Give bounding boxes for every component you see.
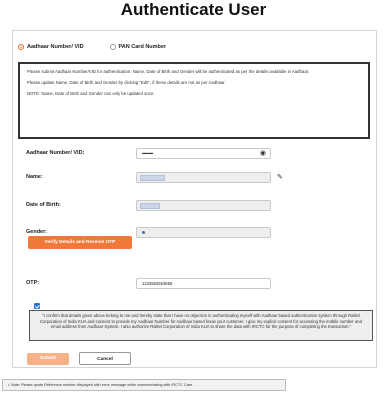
gender-field: [136, 226, 271, 238]
notice-line: Please update Name, Date of Birth and Ge…: [27, 80, 226, 85]
page-title: Authenticate User: [120, 0, 267, 19]
submit-button[interactable]: Submit: [27, 353, 69, 365]
consent-text: "I confirm that details given above belo…: [40, 313, 362, 330]
radio-unchecked-icon[interactable]: [109, 44, 116, 50]
footnote-note: i. Note: Please quote Reference number d…: [2, 379, 286, 391]
id-type-selector: Aadhaar Number/ VID PAN Card Number: [18, 44, 192, 50]
info-notice: Please submit Aadhaar Number/VID for aut…: [18, 62, 370, 139]
radio-aadhaar[interactable]: Aadhaar Number/ VID: [18, 44, 84, 50]
authenticate-panel: Aadhaar Number/ VID PAN Card Number Plea…: [12, 30, 377, 368]
pencil-edit-icon[interactable]: ✎: [277, 173, 283, 181]
name-row: Name: ✎: [26, 171, 366, 183]
gender-row: Gender:: [26, 226, 366, 238]
radio-checked-icon[interactable]: [18, 44, 24, 50]
otp-row: OTP: 1234562563659: [26, 277, 366, 289]
verify-otp-button[interactable]: Verify Details and Receive OTP: [28, 236, 132, 249]
notice-line: Please submit Aadhaar Number/VID for aut…: [27, 69, 310, 74]
radio-pan-label: PAN Card Number: [118, 44, 167, 50]
dob-masked-value: [140, 202, 160, 209]
name-label: Name:: [26, 174, 43, 180]
radio-pan[interactable]: PAN Card Number: [109, 44, 167, 50]
aadhaar-label: Aadhaar Number/ VID:: [26, 150, 85, 156]
consent-checkbox[interactable]: [34, 303, 40, 309]
cancel-button[interactable]: Cancel: [79, 352, 131, 365]
dob-field: [136, 199, 271, 211]
eye-icon[interactable]: ◉: [260, 149, 266, 159]
otp-input[interactable]: 1234562563659: [136, 277, 271, 289]
name-field: [136, 171, 271, 183]
aadhaar-row: Aadhaar Number/ VID: •••••••••• ◉: [26, 147, 366, 159]
otp-label: OTP:: [26, 280, 40, 286]
otp-value: 1234562563659: [142, 280, 173, 286]
gender-masked-value: [142, 230, 145, 234]
aadhaar-value: ••••••••••: [142, 150, 153, 156]
notice-line: NOTE: Name, Date of Birth and Gender can…: [27, 91, 155, 96]
aadhaar-input[interactable]: •••••••••• ◉: [136, 147, 271, 159]
consent-text-box: "I confirm that details given above belo…: [29, 310, 373, 341]
radio-aadhaar-label: Aadhaar Number/ VID: [27, 44, 84, 50]
dob-label: Date of Birth:: [26, 202, 61, 208]
gender-label: Gender:: [26, 229, 48, 235]
name-masked-value: [140, 174, 165, 181]
dob-row: Date of Birth:: [26, 199, 366, 211]
